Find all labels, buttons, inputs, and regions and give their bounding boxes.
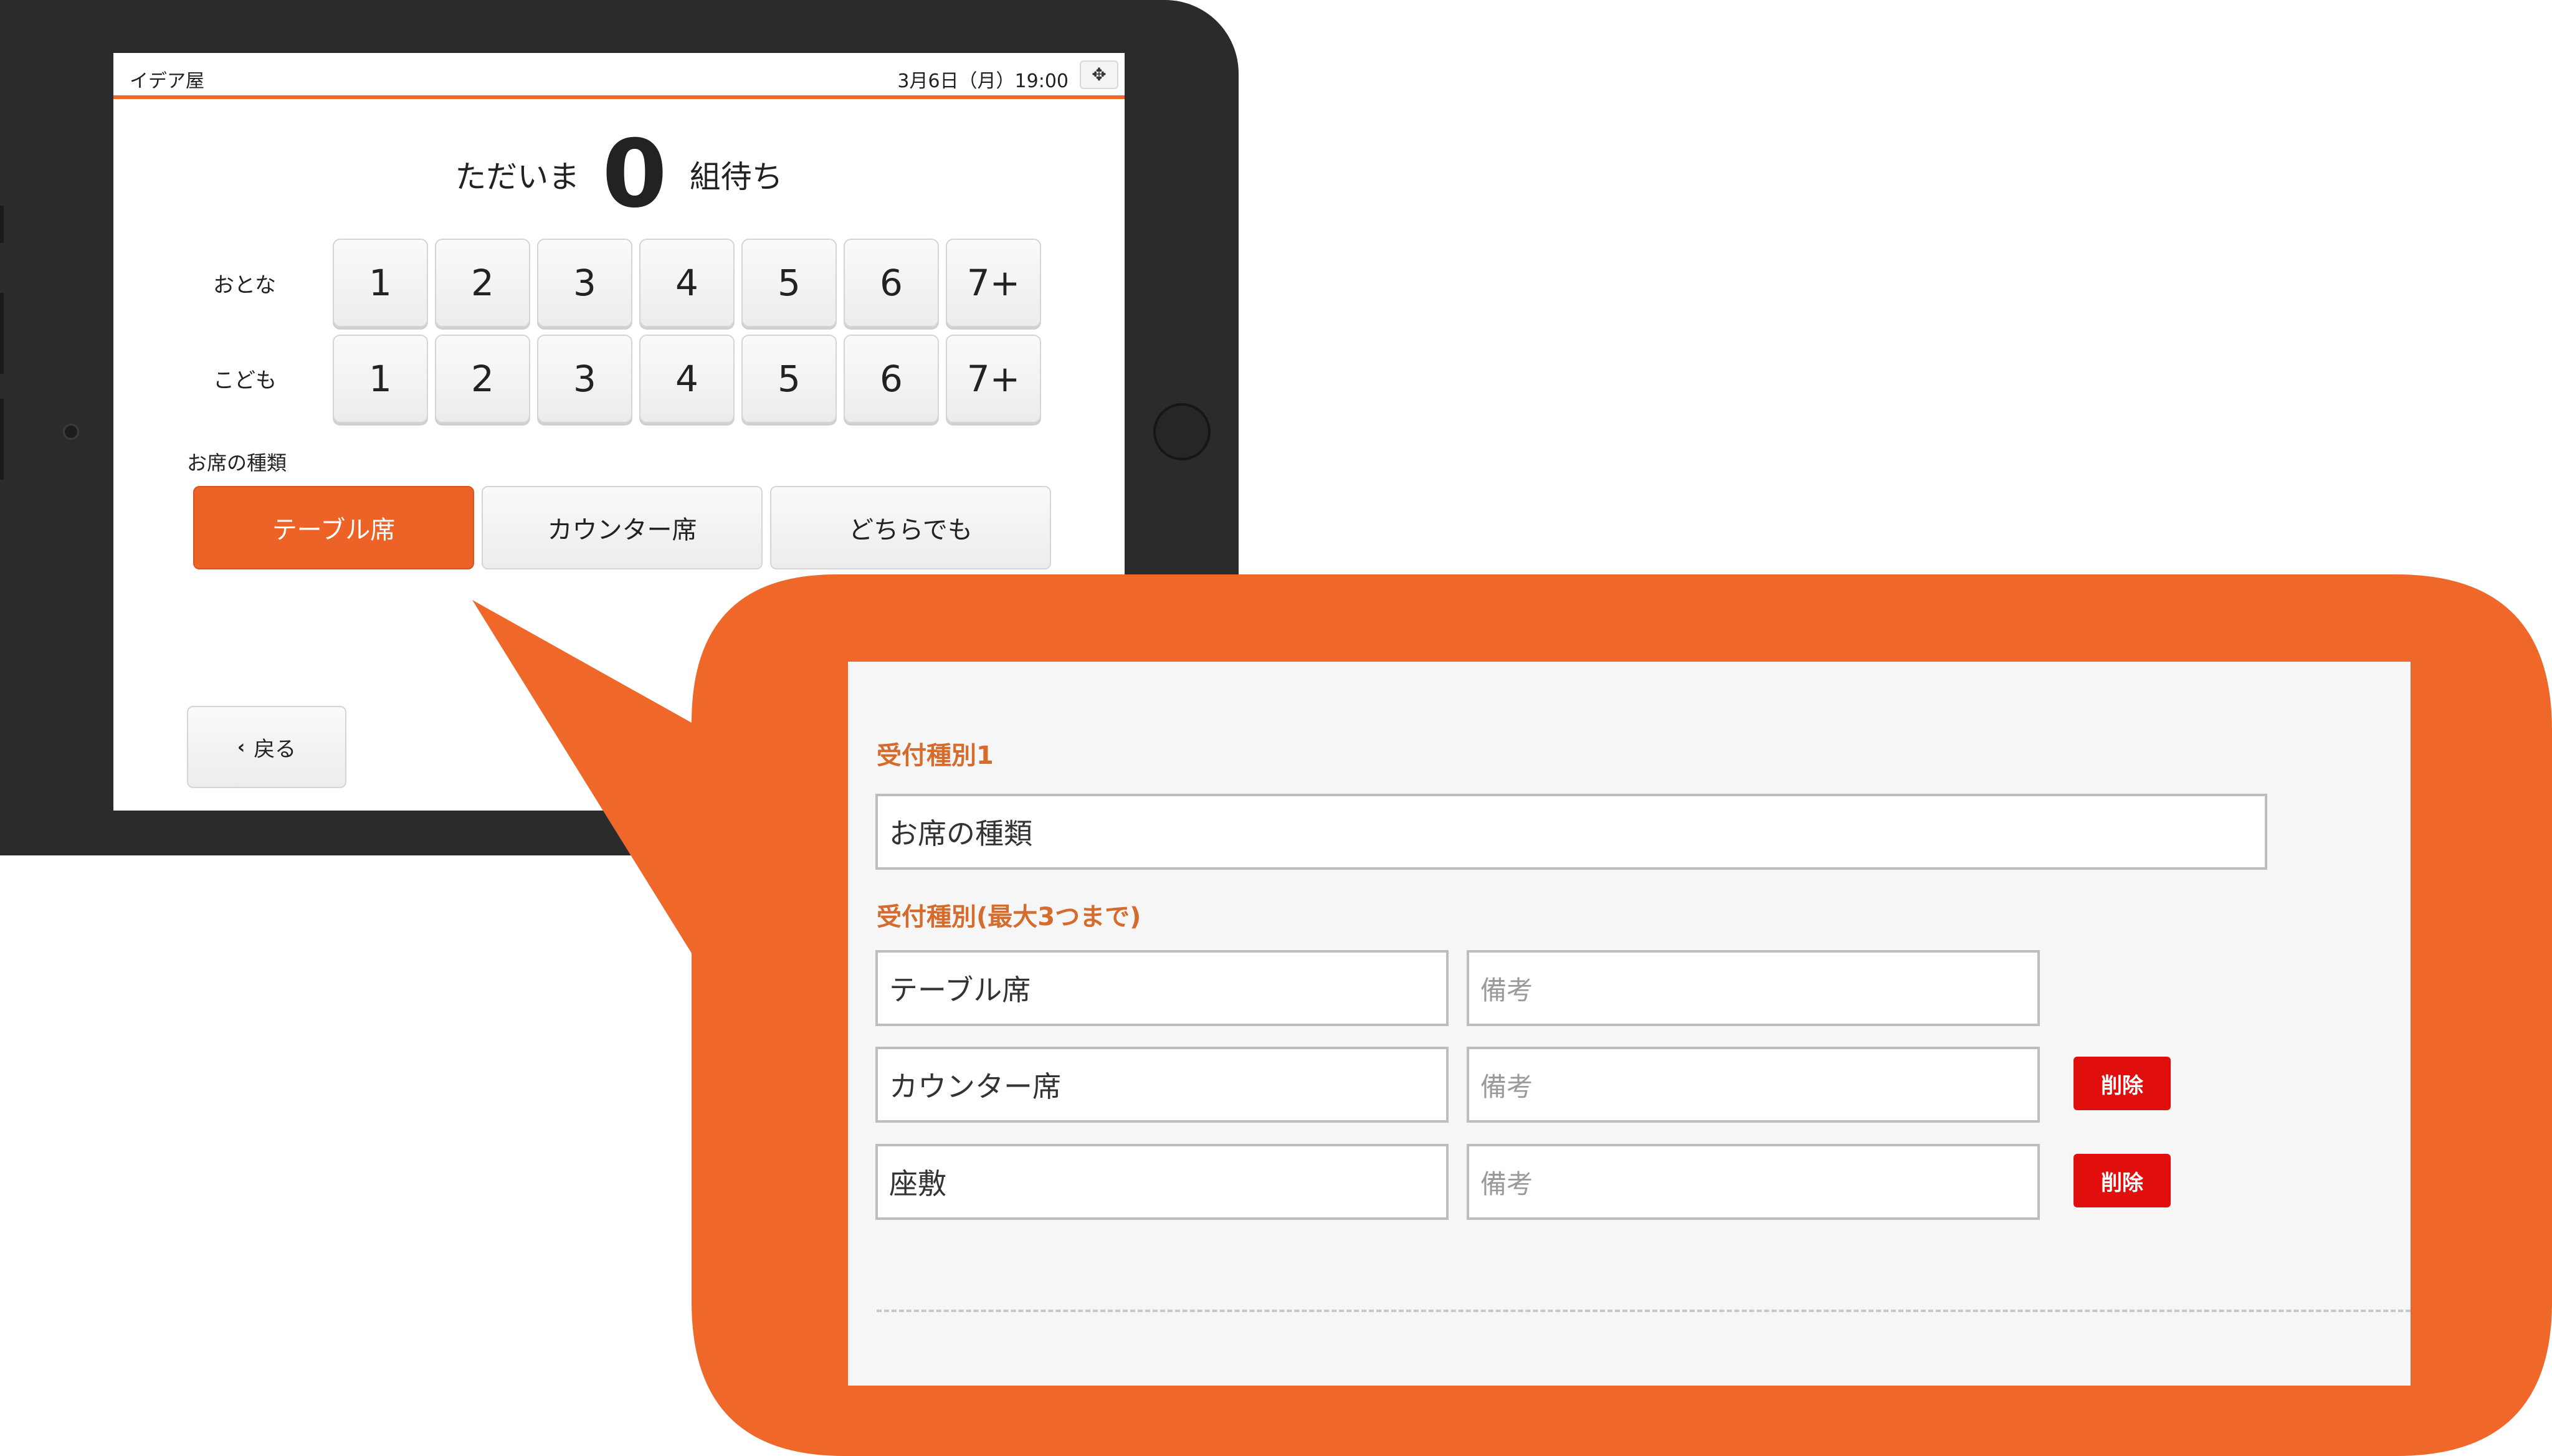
reception-note-placeholder: 備考	[1480, 1168, 1533, 1199]
delete-button[interactable]: 削除	[2074, 1057, 2171, 1110]
reception-note-field[interactable]: 備考	[1467, 950, 2040, 1026]
reception-note-field[interactable]: 備考	[1467, 1047, 2040, 1123]
divider	[877, 1310, 2411, 1312]
reception-name-field[interactable]: テーブル席	[875, 950, 1449, 1026]
section1-title: 受付種別1	[877, 741, 994, 770]
reception-name-value: 座敷	[889, 1167, 946, 1201]
reception-name-field[interactable]: カウンター席	[875, 1047, 1449, 1123]
section2-title: 受付種別(最大3つまで)	[877, 903, 1141, 931]
stage: イデア屋 3月6日（月）19:00 ✥ ただいま 0 組待ち おとな 12345…	[0, 0, 2552, 1456]
reception-note-placeholder: 備考	[1480, 974, 1533, 1006]
reception-name-value: カウンター席	[889, 1070, 1061, 1103]
reception-type-field[interactable]: お席の種類	[875, 794, 2267, 870]
settings-panel: 受付種別1 お席の種類 受付種別(最大3つまで) テーブル席 備考 カウンター席 備考…	[848, 662, 2411, 1386]
delete-button[interactable]: 削除	[2074, 1154, 2171, 1207]
reception-note-field[interactable]: 備考	[1467, 1144, 2040, 1220]
reception-name-field[interactable]: 座敷	[875, 1144, 1449, 1220]
reception-type-value: お席の種類	[889, 817, 1032, 850]
reception-name-value: テーブル席	[889, 973, 1031, 1007]
reception-note-placeholder: 備考	[1480, 1071, 1533, 1102]
